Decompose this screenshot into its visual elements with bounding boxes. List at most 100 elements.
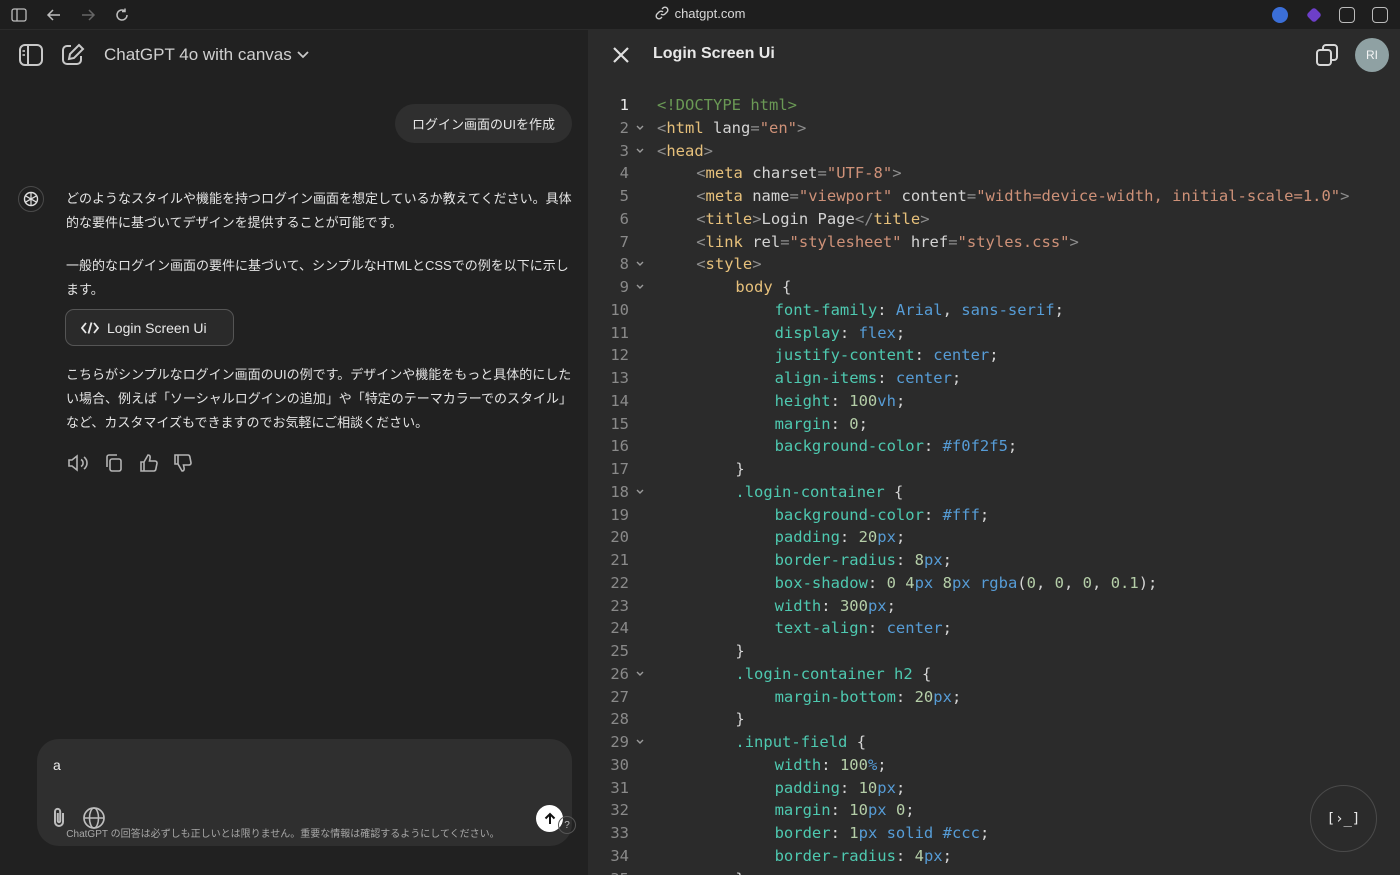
line-number: 20 (610, 528, 629, 547)
code-text: align-items: center; (774, 369, 962, 387)
assistant-logo-icon (18, 186, 44, 212)
code-icon (81, 321, 99, 334)
code-line[interactable]: 21 border-radius: 8px; (588, 549, 1400, 572)
line-number: 32 (610, 801, 629, 820)
code-line[interactable]: 28} (588, 708, 1400, 731)
code-text: background-color: #f0f2f5; (774, 437, 1018, 456)
code-text: .login-container h2 { (735, 664, 932, 683)
code-text: margin-bottom: 20px; (774, 687, 962, 706)
chevron-down-icon[interactable] (296, 47, 310, 61)
line-number: 34 (610, 846, 629, 865)
line-number: 17 (610, 460, 629, 478)
code-line[interactable]: 8 <style> (588, 253, 1400, 276)
line-number: 23 (610, 596, 629, 615)
line-number: 25 (610, 642, 629, 660)
code-tools-button[interactable]: [›_] (1310, 785, 1377, 852)
line-number: 8 (619, 255, 629, 274)
line-number: 11 (610, 323, 629, 342)
chat-panel: ChatGPT 4o with canvas ログイン画面のUIを作成 どのよう… (0, 30, 588, 875)
code-line[interactable]: 11 display: flex; (588, 322, 1400, 345)
code-line[interactable]: 9 body { (588, 276, 1400, 299)
line-number: 15 (610, 414, 629, 433)
versions-icon[interactable] (1314, 42, 1340, 68)
code-line[interactable]: 18 .login-container { (588, 481, 1400, 504)
copy-icon[interactable] (102, 452, 126, 474)
model-selector[interactable]: ChatGPT 4o with canvas (104, 45, 292, 65)
code-line[interactable]: 17} (588, 458, 1400, 481)
code-line[interactable]: 24 text-align: center; (588, 617, 1400, 640)
thumbs-up-icon[interactable] (137, 452, 161, 474)
code-text: } (735, 868, 744, 875)
line-number: 12 (610, 346, 629, 365)
code-text: width: 300px; (774, 596, 896, 615)
code-line[interactable]: 26 .login-container h2 { (588, 663, 1400, 686)
code-text: background-color: #fff; (774, 505, 990, 524)
line-number: 35 (588, 868, 629, 875)
code-line[interactable]: 3 <head> (588, 140, 1400, 163)
close-icon[interactable] (610, 44, 632, 66)
code-line[interactable]: 10 font-family: Arial, sans-serif; (588, 299, 1400, 322)
code-text: border-radius: 4px; (774, 846, 952, 865)
thumbs-down-icon[interactable] (171, 452, 195, 474)
extension-3-icon[interactable] (1339, 7, 1355, 23)
code-line[interactable]: 1 <!DOCTYPE html> (588, 94, 1400, 117)
code-line[interactable]: 23 width: 300px; (588, 595, 1400, 618)
assistant-text-line: など、カスタマイズもできますのでお気軽にご相談ください。 (66, 415, 429, 430)
code-line[interactable]: 31 padding: 10px; (588, 777, 1400, 800)
line-number: 5 (619, 187, 629, 205)
code-text: .login-container { (735, 482, 904, 501)
line-number: 9 (619, 278, 629, 296)
code-line[interactable]: 30 width: 100%; (588, 754, 1400, 777)
code-line[interactable]: 32 margin: 10px 0; (588, 799, 1400, 822)
code-line[interactable]: 33 border: 1px solid #ccc; (588, 822, 1400, 845)
code-line[interactable]: 20 padding: 20px; (588, 526, 1400, 549)
code-line[interactable]: 19 background-color: #fff; (588, 504, 1400, 527)
code-text: height: 100vh; (774, 391, 906, 410)
address-bar[interactable]: chatgpt.com (0, 6, 1400, 21)
code-line[interactable]: 16 background-color: #f0f2f5; (588, 435, 1400, 458)
code-text: display: flex; (774, 323, 906, 342)
code-line[interactable]: 27 margin-bottom: 20px; (588, 686, 1400, 709)
code-text: justify-content: center; (774, 346, 999, 365)
new-chat-icon[interactable] (60, 43, 86, 67)
avatar[interactable]: RI (1355, 38, 1389, 72)
line-number: 33 (610, 824, 629, 842)
message-input[interactable]: a (53, 757, 553, 773)
help-button[interactable]: ? (558, 816, 576, 834)
canvas-header: Login Screen Ui RI (588, 30, 1400, 80)
code-line[interactable]: 2 <html lang="en"> (588, 117, 1400, 140)
extension-1-icon[interactable] (1272, 7, 1288, 23)
line-number: 7 (619, 232, 629, 251)
url-text: chatgpt.com (674, 6, 746, 21)
code-line[interactable]: 5 <meta name="viewport" content="width=de… (588, 185, 1400, 208)
code-text: font-family: Arial, sans-serif; (774, 300, 1064, 319)
code-line[interactable]: 4 <meta charset="UTF-8"> (588, 162, 1400, 185)
code-line[interactable]: 34 border-radius: 4px; (588, 845, 1400, 868)
canvas-document-chip[interactable]: Login Screen Ui (65, 309, 234, 346)
link-icon (655, 6, 669, 20)
line-number: 14 (610, 391, 629, 410)
code-line[interactable]: 14 height: 100vh; (588, 390, 1400, 413)
code-line[interactable]: 6 <title>Login Page</title> (588, 208, 1400, 231)
code-line[interactable]: 35} (588, 868, 1400, 875)
read-aloud-icon[interactable] (66, 452, 90, 474)
line-number: 30 (610, 755, 629, 774)
code-line[interactable]: 15 margin: 0; (588, 413, 1400, 436)
toggle-sidebar-icon[interactable] (18, 43, 44, 67)
line-number: 26 (610, 664, 629, 683)
line-number: 3 (619, 141, 629, 160)
code-line[interactable]: 12 justify-content: center; (588, 344, 1400, 367)
line-number: 31 (610, 778, 629, 797)
code-line[interactable]: 13 align-items: center; (588, 367, 1400, 390)
code-text: width: 100%; (774, 755, 887, 774)
split-view-icon[interactable] (1372, 7, 1388, 23)
code-line[interactable]: 25} (588, 640, 1400, 663)
line-number: 10 (610, 300, 629, 319)
line-number: 13 (610, 369, 629, 387)
assistant-paragraph-3: こちらがシンプルなログイン画面のUIの例です。デザインや機能をもっと具体的にした… (66, 363, 572, 435)
code-line[interactable]: 7 <link rel="stylesheet" href="styles.css… (588, 231, 1400, 254)
code-text: <style> (696, 255, 762, 274)
code-line[interactable]: 22 box-shadow: 0 4px 8px rgba(0, 0, 0, 0.… (588, 572, 1400, 595)
code-line[interactable]: 29 .input-field { (588, 731, 1400, 754)
code-text: <link rel="stylesheet" href="styles.css"… (696, 232, 1079, 251)
